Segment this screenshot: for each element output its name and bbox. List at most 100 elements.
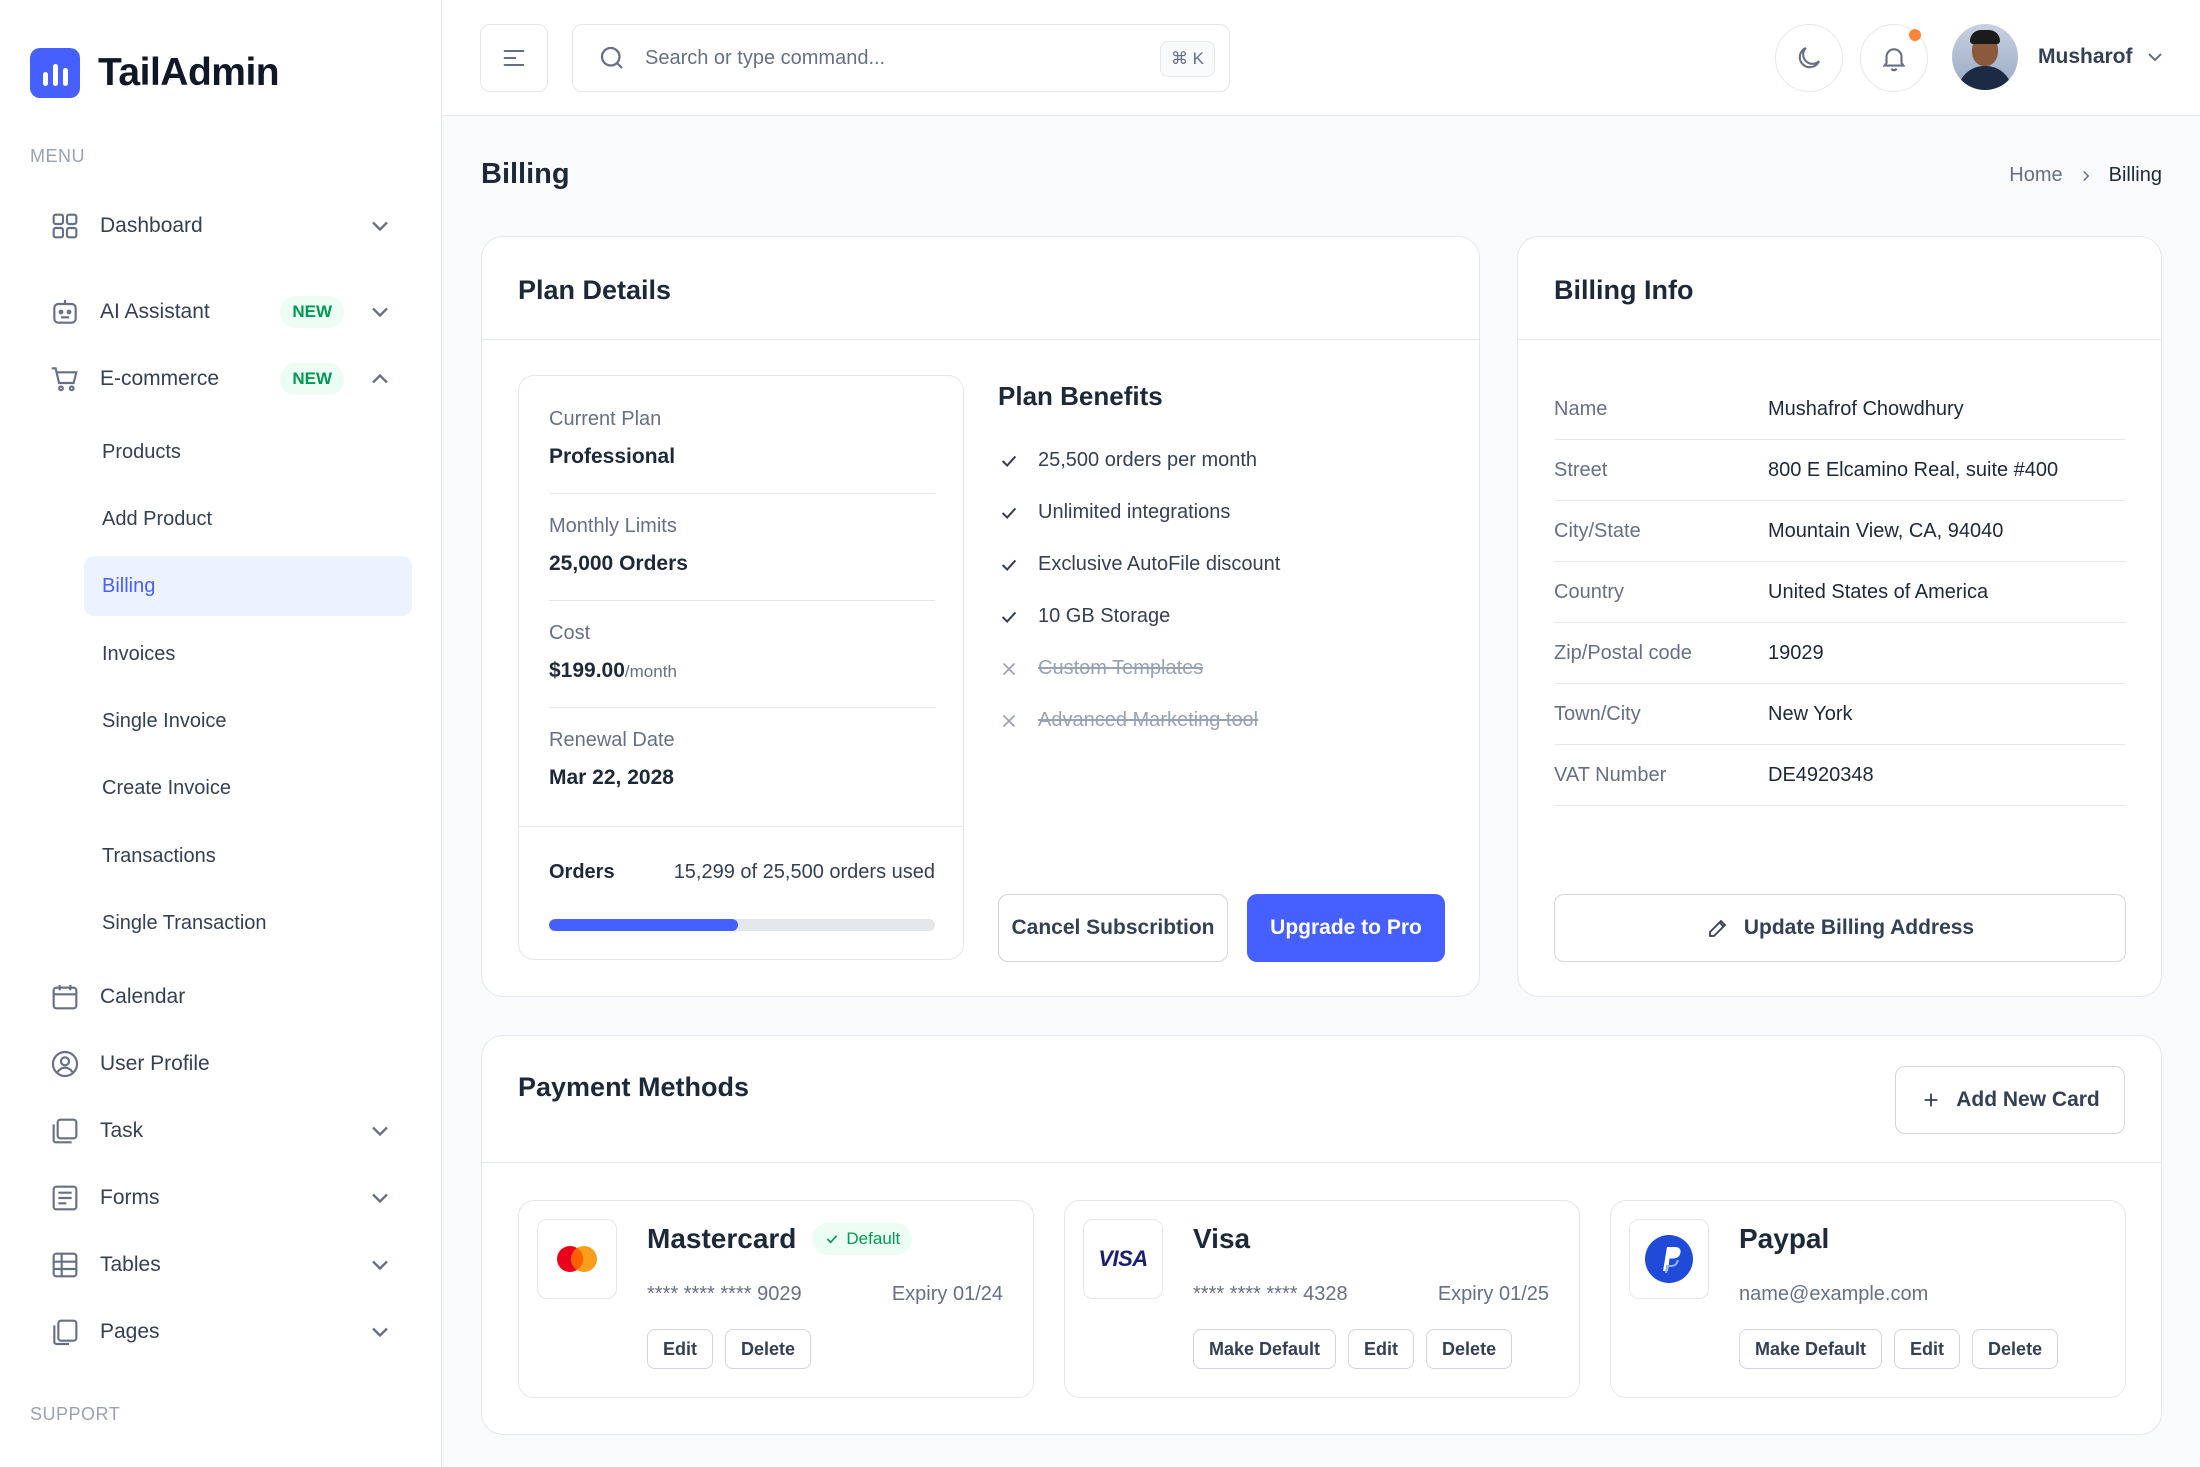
payment-methods-card: Payment Methods Add New Card Mastercard … xyxy=(481,1035,2162,1435)
dark-mode-toggle[interactable] xyxy=(1775,24,1843,92)
user-menu[interactable]: Musharof xyxy=(1952,24,2167,90)
cost-label: Cost xyxy=(549,622,591,644)
sidebar-item-ai-assistant[interactable]: AI Assistant NEW xyxy=(30,284,400,340)
card-name-text: Mastercard xyxy=(647,1223,797,1254)
benefit-text: Custom Templates xyxy=(1038,657,1204,679)
sidebar-item-task[interactable]: Task xyxy=(30,1103,400,1159)
paypal-email: name@example.com xyxy=(1739,1283,1929,1305)
payment-card-visa: VISA Visa **** **** **** 4328 Expiry 01/… xyxy=(1064,1200,1580,1398)
info-label: City/State xyxy=(1554,519,1641,542)
visa-logo-icon: VISA xyxy=(1083,1219,1163,1299)
menu-icon xyxy=(503,49,525,67)
chevron-down-icon xyxy=(372,307,388,318)
benefit-text: Advanced Marketing tool xyxy=(1038,709,1259,731)
sidebar-item-tables[interactable]: Tables xyxy=(30,1237,400,1293)
info-value: DE4920348 xyxy=(1768,763,1874,786)
default-badge-label: Default xyxy=(846,1229,901,1248)
search-input[interactable] xyxy=(645,46,1145,70)
upgrade-button[interactable]: Upgrade to Pro xyxy=(1247,894,1445,962)
mastercard-logo-icon xyxy=(537,1219,617,1299)
update-billing-label: Update Billing Address xyxy=(1743,916,1975,939)
sidebar-subitem-transactions[interactable]: Transactions xyxy=(84,826,412,886)
edit-card-button[interactable]: Edit xyxy=(1348,1329,1415,1369)
sidebar-item-dashboard[interactable]: Dashboard xyxy=(30,198,400,254)
notification-dot xyxy=(1909,29,1921,41)
monthly-limits: Monthly Limits 25,000 Orders xyxy=(549,515,935,576)
make-default-button[interactable]: Make Default xyxy=(1193,1329,1337,1369)
search-icon xyxy=(600,46,623,69)
cost-amount: $199.00 xyxy=(549,659,625,682)
payment-card-paypal: Paypal name@example.com Make Default Edi… xyxy=(1610,1200,2126,1398)
sidebar-subitem-single-transaction[interactable]: Single Transaction xyxy=(84,893,412,953)
sidebar-item-label: E-commerce xyxy=(100,367,220,390)
billing-info-row: Country United States of America xyxy=(1554,562,2126,623)
card-name: Paypal xyxy=(1739,1223,1829,1255)
orders-label: Orders xyxy=(549,861,615,883)
new-badge: NEW xyxy=(280,363,344,395)
sidebar-item-pages[interactable]: Pages xyxy=(30,1304,400,1360)
table-icon xyxy=(48,1248,82,1282)
benefit-text: Exclusive AutoFile discount xyxy=(1038,553,1281,575)
sidebar-subitem-single-invoice[interactable]: Single Invoice xyxy=(84,691,412,751)
renewal-label: Renewal Date xyxy=(549,729,675,751)
delete-card-button[interactable]: Delete xyxy=(725,1329,812,1369)
benefit-text: 25,500 orders per month xyxy=(1038,449,1258,471)
info-value: 19029 xyxy=(1768,641,1824,664)
sidebar-item-calendar[interactable]: Calendar xyxy=(30,969,400,1025)
sidebar-subitem-products[interactable]: Products xyxy=(84,422,412,482)
delete-card-button[interactable]: Delete xyxy=(1972,1329,2059,1369)
benefit-item: Unlimited integrations xyxy=(998,501,1230,524)
divider xyxy=(482,1162,2161,1163)
search-bar[interactable]: ⌘ K xyxy=(572,24,1230,92)
info-value: Mountain View, CA, 94040 xyxy=(1768,519,2004,542)
cart-icon xyxy=(48,362,82,396)
sidebar-subitem-create-invoice[interactable]: Create Invoice xyxy=(84,758,412,818)
benefit-item: Custom Templates xyxy=(998,657,1203,680)
sidebar-subitem-invoices[interactable]: Invoices xyxy=(84,624,412,684)
avatar xyxy=(1952,24,2018,90)
card-number: **** **** **** 4328 xyxy=(1193,1283,1348,1305)
make-default-button[interactable]: Make Default xyxy=(1739,1329,1883,1369)
divider xyxy=(549,707,935,708)
info-label: Zip/Postal code xyxy=(1554,641,1692,664)
chevron-right-icon xyxy=(2082,170,2089,181)
sidebar-toggle-button[interactable] xyxy=(480,24,548,92)
page-title: Billing xyxy=(481,158,570,190)
divider xyxy=(549,600,935,601)
chevron-down-icon xyxy=(372,1126,388,1137)
chevron-down-icon xyxy=(2147,53,2162,62)
update-billing-address-button[interactable]: Update Billing Address xyxy=(1554,894,2126,962)
check-icon xyxy=(1001,611,1017,623)
brand-logo[interactable]: TailAdmin xyxy=(30,48,280,98)
sidebar-item-user-profile[interactable]: User Profile xyxy=(30,1036,400,1092)
edit-card-button[interactable]: Edit xyxy=(1894,1329,1961,1369)
notifications-button[interactable] xyxy=(1860,24,1928,92)
x-icon xyxy=(1002,714,1016,727)
info-label: Town/City xyxy=(1554,702,1641,725)
info-label: Name xyxy=(1554,397,1608,420)
cancel-subscription-button[interactable]: Cancel Subscribtion xyxy=(998,894,1228,962)
sidebar-item-forms[interactable]: Forms xyxy=(30,1170,400,1226)
billing-info-card: Billing Info Name Mushafrof Chowdhury Stre… xyxy=(1517,236,2162,997)
sidebar-item-ecommerce[interactable]: E-commerce NEW xyxy=(30,351,400,407)
edit-card-button[interactable]: Edit xyxy=(647,1329,713,1369)
current-plan-label: Current Plan xyxy=(549,408,662,430)
divider xyxy=(482,339,1479,340)
sidebar-subitem-billing[interactable]: Billing xyxy=(84,556,412,616)
sidebar-subitem-add-product[interactable]: Add Product xyxy=(84,489,412,549)
delete-card-button[interactable]: Delete xyxy=(1426,1329,1513,1369)
new-badge: NEW xyxy=(280,296,344,328)
sidebar-item-label: Dashboard xyxy=(100,214,203,237)
current-plan: Current Plan Professional xyxy=(549,408,935,469)
info-value: 800 E Elcamino Real, suite #400 xyxy=(1768,458,2059,481)
plan-cost: Cost $199.00/month xyxy=(549,622,935,683)
billing-info-row: Name Mushafrof Chowdhury xyxy=(1554,379,2126,440)
divider xyxy=(549,493,935,494)
breadcrumb-home[interactable]: Home xyxy=(2009,164,2062,187)
sidebar-item-label: Forms xyxy=(100,1186,160,1209)
card-name: Mastercard Default xyxy=(647,1223,913,1255)
add-new-card-button[interactable]: Add New Card xyxy=(1895,1066,2125,1134)
check-icon xyxy=(1001,559,1017,571)
card-title: Billing Info xyxy=(1554,275,1694,305)
search-shortcut: ⌘ K xyxy=(1159,41,1215,77)
